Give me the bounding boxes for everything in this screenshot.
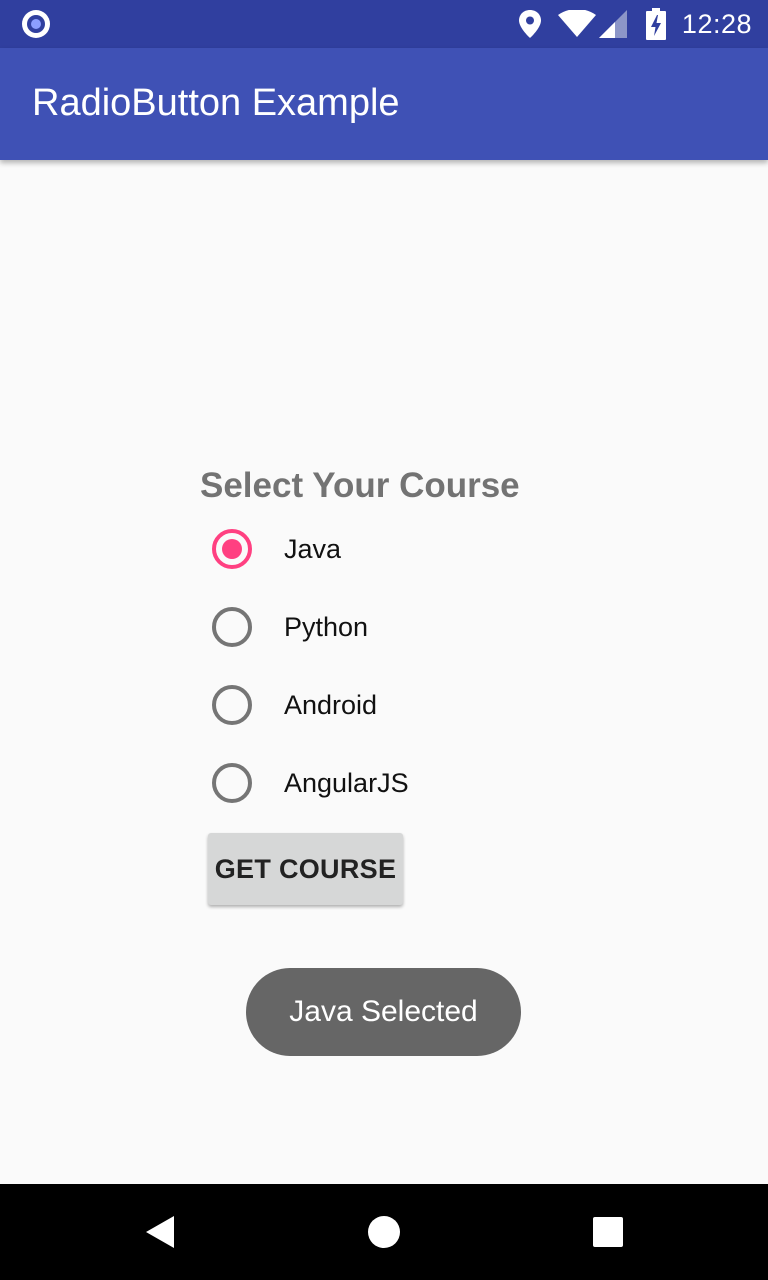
radio-unchecked-icon[interactable]	[212, 763, 252, 803]
status-bar: 12:28	[0, 0, 768, 48]
home-icon[interactable]	[336, 1184, 432, 1280]
app-bar: RadioButton Example	[0, 48, 768, 160]
radio-checked-icon[interactable]	[212, 529, 252, 569]
cell-signal-icon	[598, 9, 628, 39]
radio-unchecked-icon[interactable]	[212, 685, 252, 725]
radio-option-android[interactable]: Android	[200, 666, 500, 744]
radio-label: Java	[284, 533, 342, 564]
back-icon[interactable]	[112, 1184, 208, 1280]
radio-label: Python	[284, 611, 369, 642]
navigation-bar	[0, 1184, 768, 1280]
notification-ring-icon	[22, 10, 50, 38]
radio-option-python[interactable]: Python	[200, 588, 500, 666]
recents-icon[interactable]	[560, 1184, 656, 1280]
status-time: 12:28	[681, 8, 752, 39]
toast-message: Java Selected	[246, 968, 521, 1056]
radio-label: Android	[284, 689, 378, 720]
course-heading: Select Your Course	[200, 466, 520, 505]
main-content: Select Your Course Java Python Android A…	[0, 160, 768, 1184]
battery-charging-icon	[645, 8, 666, 40]
location-icon	[518, 9, 542, 39]
app-title: RadioButton Example	[32, 82, 400, 124]
status-icons: 12:28	[518, 0, 752, 48]
radio-label: AngularJS	[284, 767, 409, 798]
radio-unchecked-icon[interactable]	[212, 607, 252, 647]
get-course-button[interactable]: GET COURSE	[208, 833, 403, 905]
wifi-icon	[557, 10, 596, 38]
radio-option-java[interactable]: Java	[200, 510, 500, 588]
radio-option-angularjs[interactable]: AngularJS	[200, 744, 500, 822]
